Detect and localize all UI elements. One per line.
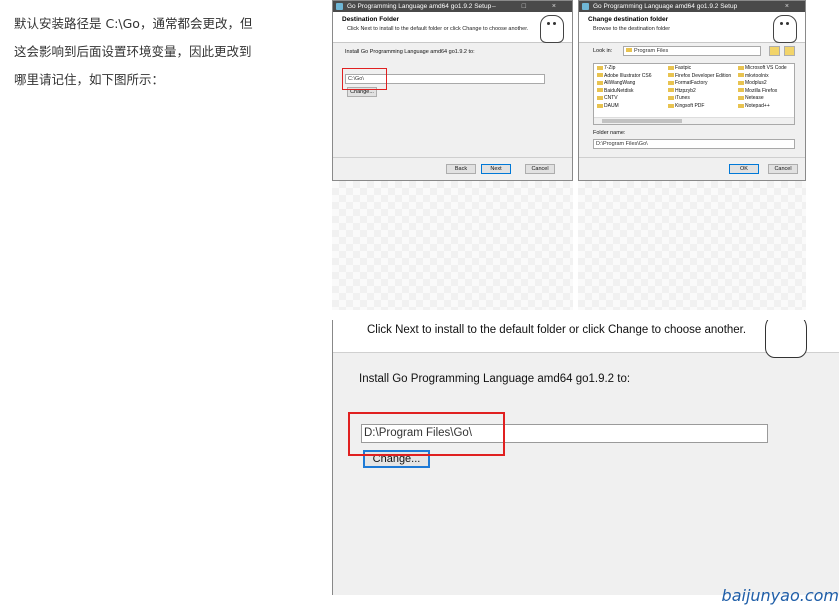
folder-list[interactable]: 7-Zip Adobe Illustrator CS6 AliWangWang … <box>593 63 795 125</box>
destination-folder-window: Go Programming Language amd64 go1.9.2 Se… <box>332 0 573 181</box>
folder-item[interactable]: Adobe Illustrator CS6 <box>597 73 652 81</box>
install-to-label: Install Go Programming Language amd64 go… <box>345 49 475 55</box>
article-line: 默认安装路径是 C:\Go，通常都会更改，但 <box>14 16 253 31</box>
window-title: Go Programming Language amd64 go1.9.2 Se… <box>347 3 492 10</box>
folder-item[interactable]: Firefox Developer Edition <box>668 73 731 81</box>
scrollbar-thumb[interactable] <box>602 119 682 123</box>
folder-column: 7-Zip Adobe Illustrator CS6 AliWangWang … <box>597 65 652 111</box>
window-titlebar: Go Programming Language amd64 go1.9.2 Se… <box>579 1 805 12</box>
install-to-label: Install Go Programming Language amd64 go… <box>359 373 631 385</box>
folder-item[interactable]: Fastpic <box>668 65 731 73</box>
folder-item[interactable]: CNTV <box>597 95 652 103</box>
dialog-header: Change destination folder Browse to the … <box>579 12 805 43</box>
folder-item[interactable]: 7-Zip <box>597 65 652 73</box>
folder-name-label: Folder name: <box>593 130 626 136</box>
gopher-logo-icon <box>765 320 807 358</box>
folder-item[interactable]: Mozilla Firefox <box>738 88 787 96</box>
close-icon[interactable]: × <box>785 1 801 12</box>
dialog-footer: OK Cancel <box>579 157 805 180</box>
folder-item[interactable]: Htzpzyb2 <box>668 88 731 96</box>
folder-icon <box>626 48 632 52</box>
folder-item[interactable]: FormatFactory <box>668 80 731 88</box>
look-in-select[interactable]: Program Files <box>623 46 761 56</box>
folder-item[interactable]: DAUM <box>597 103 652 111</box>
highlight-box <box>342 68 387 90</box>
window-title: Go Programming Language amd64 go1.9.2 Se… <box>593 3 738 10</box>
dialog-subheading: Browse to the destination folder <box>593 26 671 32</box>
horizontal-scrollbar[interactable] <box>594 117 794 124</box>
dialog-heading: Destination Folder <box>342 16 400 23</box>
watermark: baijunyao.com <box>721 586 839 605</box>
up-folder-icon[interactable] <box>769 46 780 56</box>
folder-item[interactable]: Kingsoft PDF <box>668 103 731 111</box>
folder-item[interactable]: mkvtoolnix <box>738 73 787 81</box>
image-placeholder <box>578 181 806 310</box>
folder-item[interactable]: iTunes <box>668 95 731 103</box>
dialog-heading: Change destination folder <box>588 16 669 23</box>
next-button[interactable]: Next <box>481 164 511 174</box>
zoomed-destination-view: Click Next to install to the default fol… <box>332 320 839 595</box>
folder-name-input[interactable]: D:\Program Files\Go\ <box>593 139 795 149</box>
article-line: 哪里请记住，如下图所示： <box>14 72 165 87</box>
image-placeholder <box>332 181 573 310</box>
ok-button[interactable]: OK <box>729 164 759 174</box>
dialog-subheading: Click Next to install to the default fol… <box>367 324 747 336</box>
folder-item[interactable]: BaiduNetdisk <box>597 88 652 96</box>
folder-item[interactable]: Netease <box>738 95 787 103</box>
cancel-button[interactable]: Cancel <box>525 164 555 174</box>
look-in-value: Program Files <box>634 48 669 54</box>
dialog-footer: Back Next Cancel <box>333 157 572 180</box>
gopher-logo-icon <box>773 15 797 43</box>
article-line: 这会影响到后面设置环境变量，因此更改到 <box>14 44 252 59</box>
folder-item[interactable]: Notepad++ <box>738 103 787 111</box>
window-controls[interactable]: – □ × <box>492 1 568 12</box>
setup-app-icon <box>336 3 343 10</box>
dialog-subheading: Click Next to install to the default fol… <box>347 26 529 32</box>
window-titlebar: Go Programming Language amd64 go1.9.2 Se… <box>333 1 572 12</box>
back-button[interactable]: Back <box>446 164 476 174</box>
folder-column: Microsoft VS Code mkvtoolnix Modplus2 Mo… <box>738 65 787 111</box>
change-folder-window: Go Programming Language amd64 go1.9.2 Se… <box>578 0 806 181</box>
gopher-logo-icon <box>540 15 564 43</box>
new-folder-icon[interactable] <box>784 46 795 56</box>
dialog-header: Destination Folder Click Next to install… <box>333 12 572 43</box>
dialog-header: Click Next to install to the default fol… <box>333 320 839 358</box>
look-in-label: Look in: <box>593 48 613 54</box>
folder-item[interactable]: Modplus2 <box>738 80 787 88</box>
cancel-button[interactable]: Cancel <box>768 164 798 174</box>
folder-item[interactable]: Microsoft VS Code <box>738 65 787 73</box>
highlight-box <box>348 412 505 456</box>
setup-app-icon <box>582 3 589 10</box>
folder-item[interactable]: AliWangWang <box>597 80 652 88</box>
article-paragraph: 默认安装路径是 C:\Go，通常都会更改，但 这会影响到后面设置环境变量，因此更… <box>14 10 304 94</box>
folder-column: Fastpic Firefox Developer Edition Format… <box>668 65 731 111</box>
